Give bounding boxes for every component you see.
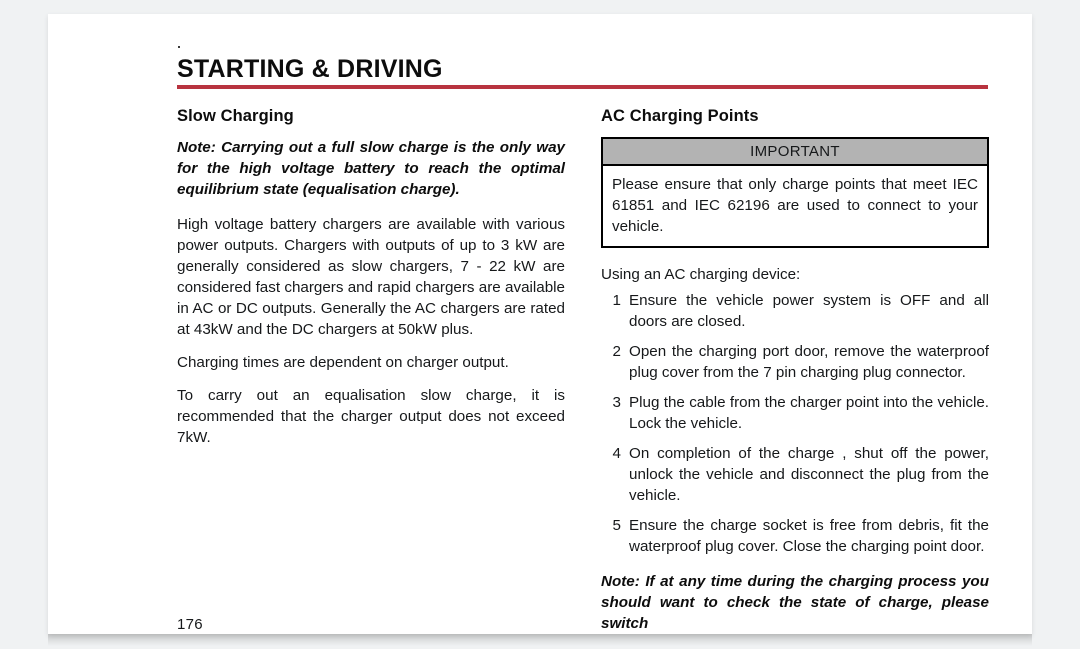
list-item-text: On completion of the charge , shut off t… <box>629 445 989 505</box>
list-item: 3 Plug the cable from the charger point … <box>601 392 989 434</box>
slow-charging-paragraph-3: To carry out an equalisation slow charge… <box>177 387 565 447</box>
page-number: 176 <box>177 616 203 633</box>
list-item-text: Plug the cable from the charger point in… <box>629 394 989 433</box>
list-item-text: Ensure the charge socket is free from de… <box>629 517 989 556</box>
section-heading-ac-charging-points: AC Charging Points <box>601 107 759 125</box>
title-underline-rule <box>177 85 988 89</box>
list-item-number: 3 <box>612 394 621 412</box>
list-item-number: 2 <box>612 343 621 361</box>
charging-steps-intro: Using an AC charging device: <box>601 266 801 284</box>
slow-charging-paragraph-2: Charging times are dependent on charger … <box>177 354 509 372</box>
list-item-number: 1 <box>612 292 621 310</box>
important-callout-box: IMPORTANT Please ensure that only charge… <box>601 137 989 249</box>
list-item: 2 Open the charging port door, remove th… <box>601 341 989 383</box>
slow-charging-paragraph-1: High voltage battery chargers are availa… <box>177 216 565 339</box>
list-item-text: Open the charging port door, remove the … <box>629 343 989 382</box>
left-column: Slow Charging Note: Carrying out a full … <box>177 107 565 448</box>
page-title: STARTING & DRIVING <box>177 55 443 83</box>
charging-trailing-note: Note: If at any time during the charging… <box>601 573 989 633</box>
list-item: 4 On completion of the charge , shut off… <box>601 443 989 506</box>
list-item-number: 5 <box>612 517 621 535</box>
charging-steps-list: 1 Ensure the vehicle power system is OFF… <box>601 290 989 557</box>
right-column: AC Charging Points IMPORTANT Please ensu… <box>601 107 989 634</box>
slow-charging-note: Note: Carrying out a full slow charge is… <box>177 139 565 199</box>
list-item: 5 Ensure the charge socket is free from … <box>601 515 989 557</box>
list-item-number: 4 <box>612 445 621 463</box>
important-callout-body: Please ensure that only charge points th… <box>612 176 978 236</box>
section-heading-slow-charging: Slow Charging <box>177 107 294 125</box>
screenshot-viewport: STARTING & DRIVING Slow Charging Note: C… <box>0 0 1080 649</box>
page-bottom-shadow <box>48 634 1032 646</box>
list-item-text: Ensure the vehicle power system is OFF a… <box>629 292 989 331</box>
list-item: 1 Ensure the vehicle power system is OFF… <box>601 290 989 332</box>
document-page: STARTING & DRIVING Slow Charging Note: C… <box>48 14 1032 634</box>
important-callout-header: IMPORTANT <box>603 139 987 167</box>
scan-artifact-dot <box>178 46 180 48</box>
